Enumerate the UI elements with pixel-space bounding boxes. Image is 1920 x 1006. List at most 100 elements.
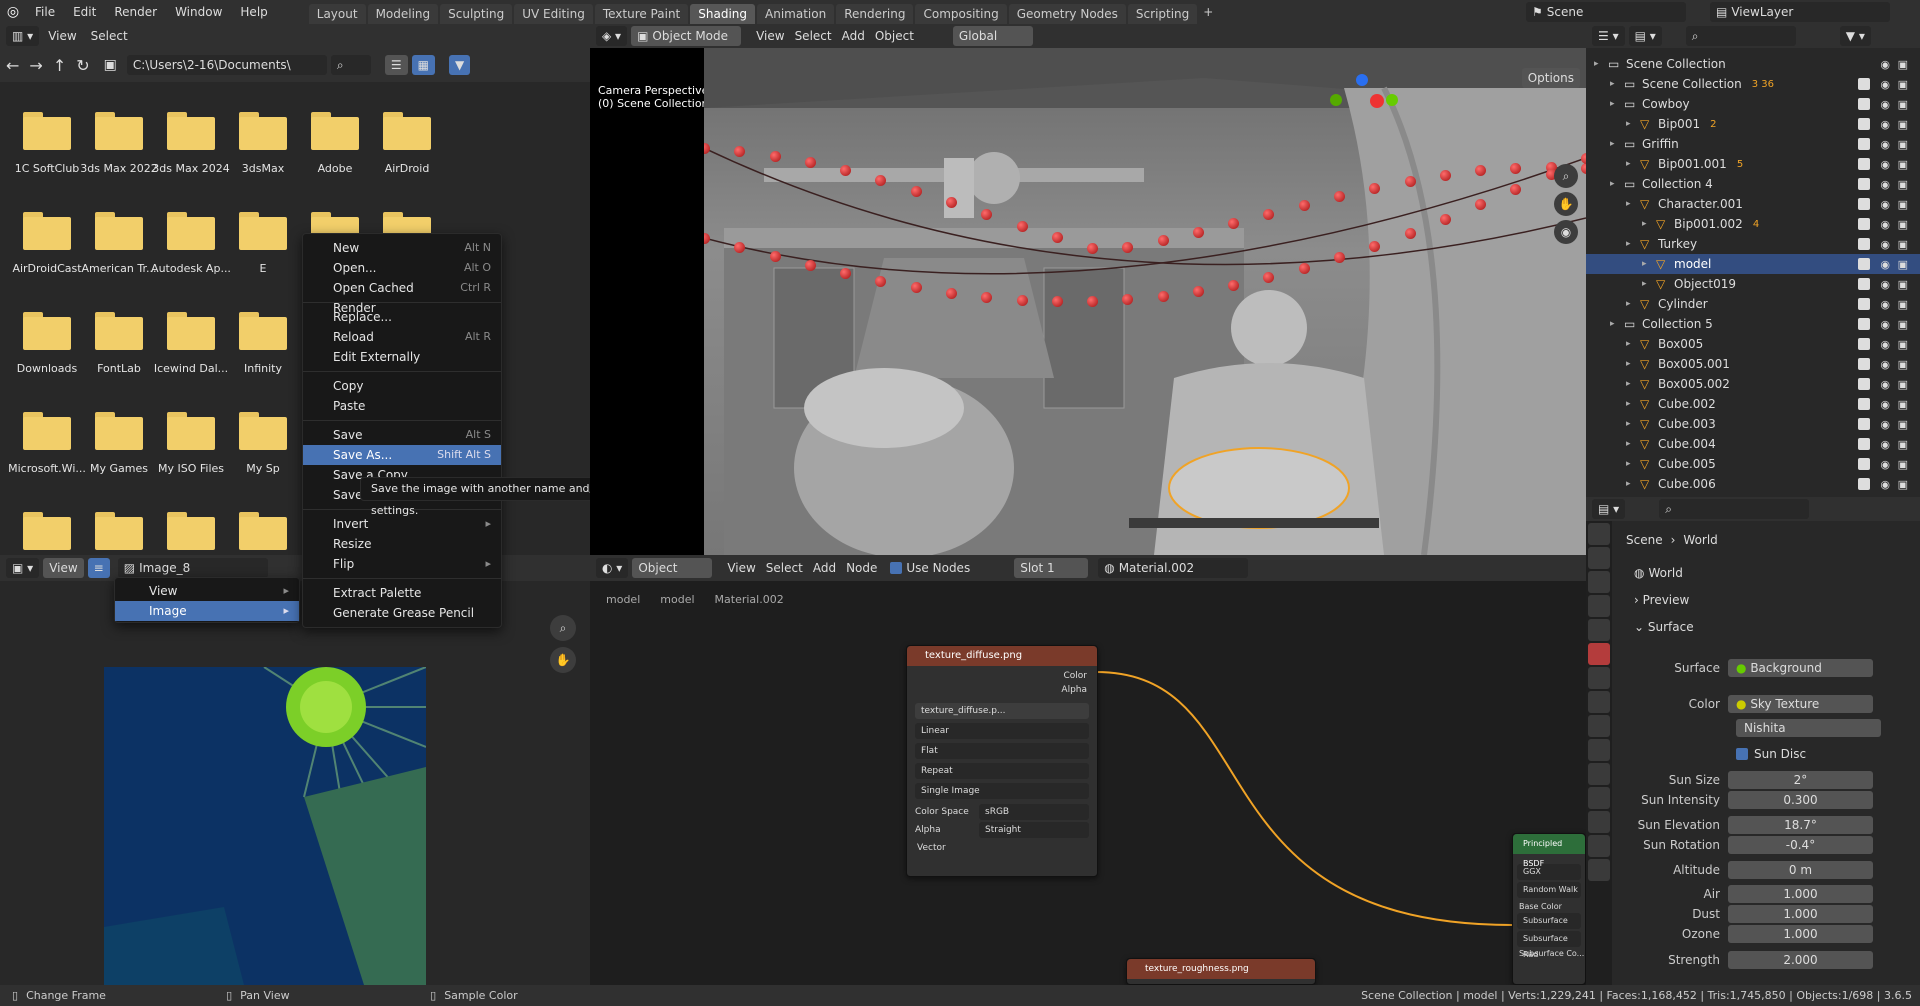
outliner-row[interactable]: ▸ ▭ Scene Collection 3 36 ◉ ▣ (1586, 74, 1920, 94)
add-workspace-button[interactable]: + (1203, 5, 1213, 19)
visibility-eye-icon[interactable]: ◉ (1880, 138, 1890, 151)
value-field[interactable]: 0 m (1728, 861, 1873, 879)
value-field[interactable]: 2.000 (1728, 951, 1873, 969)
folder-item[interactable]: AirDroid (362, 112, 452, 175)
outliner-row[interactable]: ▸ ▭ Cowboy ◉ ▣ (1586, 94, 1920, 114)
menu-file[interactable]: File (26, 0, 64, 24)
outliner-row[interactable]: ▸ ▽ model ◉ ▣ (1586, 254, 1920, 274)
zoom-icon[interactable]: ⌕ (550, 615, 576, 641)
visibility-eye-icon[interactable]: ◉ (1880, 378, 1890, 391)
mode-selector[interactable]: ▣ Object Mode (631, 26, 742, 46)
expand-arrow-icon[interactable]: ▸ (1626, 239, 1640, 249)
roughness-texture-node[interactable]: texture_roughness.png (1126, 958, 1316, 985)
y-axis-icon[interactable] (1386, 94, 1398, 106)
render-camera-icon[interactable]: ▣ (1898, 78, 1908, 91)
menu-edit[interactable]: Edit (64, 0, 105, 24)
render-camera-icon[interactable]: ▣ (1898, 458, 1908, 471)
render-camera-icon[interactable]: ▣ (1898, 298, 1908, 311)
list-view-icon[interactable]: ☰ (384, 55, 408, 75)
exclude-checkbox[interactable] (1858, 118, 1870, 130)
editor-type-button[interactable]: ▤ ▾ (1592, 499, 1626, 519)
pan-hand-icon[interactable]: ✋ (550, 647, 576, 673)
visibility-eye-icon[interactable]: ◉ (1880, 78, 1890, 91)
tool-tab-icon[interactable] (1588, 523, 1610, 545)
tab-sculpting[interactable]: Sculpting (440, 4, 513, 24)
refresh-icon[interactable]: ↻ (76, 56, 89, 75)
hamburger-menu-icon[interactable]: ≡ (87, 558, 110, 578)
visibility-eye-icon[interactable]: ◉ (1880, 298, 1890, 311)
exclude-checkbox[interactable] (1858, 398, 1870, 410)
editor-type-button[interactable]: ▣ ▾ (6, 558, 40, 578)
outliner-row[interactable]: ▸ ▽ Object019 ◉ ▣ (1586, 274, 1920, 294)
outliner-row[interactable]: ▸ ▽ Cylinder ◉ ▣ (1586, 294, 1920, 314)
tab-compositing[interactable]: Compositing (915, 4, 1007, 24)
visibility-eye-icon[interactable]: ◉ (1880, 58, 1890, 71)
expand-arrow-icon[interactable]: ▸ (1610, 99, 1624, 109)
render-camera-icon[interactable]: ▣ (1898, 418, 1908, 431)
outliner-row[interactable]: ▸ ▭ Collection 5 ◉ ▣ (1586, 314, 1920, 334)
visibility-eye-icon[interactable]: ◉ (1880, 338, 1890, 351)
render-camera-icon[interactable]: ▣ (1898, 118, 1908, 131)
output-tab-icon[interactable] (1588, 571, 1610, 593)
image-canvas[interactable] (104, 667, 426, 985)
outliner-row[interactable]: ▸ ▭ Collection 4 ◉ ▣ (1586, 174, 1920, 194)
menu-render[interactable]: Render (105, 0, 166, 24)
outliner-row[interactable]: ▸ ▭ Scene Collection ◉ ▣ (1586, 54, 1920, 74)
expand-arrow-icon[interactable]: ▸ (1626, 299, 1640, 309)
color-shader-field[interactable]: ● Sky Texture (1728, 695, 1873, 713)
exclude-checkbox[interactable] (1858, 158, 1870, 170)
filter-icon[interactable]: ▼ ▾ (1839, 26, 1871, 46)
render-camera-icon[interactable]: ▣ (1898, 138, 1908, 151)
tab-geometry-nodes[interactable]: Geometry Nodes (1008, 4, 1126, 24)
visibility-eye-icon[interactable]: ◉ (1880, 458, 1890, 471)
submenu-image[interactable]: Image ▸ (115, 601, 299, 621)
menu-select[interactable]: Select (86, 29, 133, 43)
expand-arrow-icon[interactable]: ▸ (1626, 359, 1640, 369)
view-layer-tab-icon[interactable] (1588, 595, 1610, 617)
visibility-eye-icon[interactable]: ◉ (1880, 218, 1890, 231)
exclude-checkbox[interactable] (1858, 258, 1870, 270)
sky-type-dropdown[interactable]: Nishita (1736, 719, 1881, 737)
editor-type-button[interactable]: ▥ ▾ (6, 26, 40, 46)
exclude-checkbox[interactable] (1858, 418, 1870, 430)
surface-panel-header[interactable]: ⌄ Surface (1634, 620, 1694, 634)
render-camera-icon[interactable]: ▣ (1898, 98, 1908, 111)
menu-item-replace[interactable]: Replace... (303, 307, 501, 327)
particles-tab-icon[interactable] (1588, 739, 1610, 761)
exclude-checkbox[interactable] (1858, 438, 1870, 450)
visibility-eye-icon[interactable]: ◉ (1880, 358, 1890, 371)
navigation-gizmo[interactable] (1330, 74, 1400, 144)
exclude-checkbox[interactable] (1858, 478, 1870, 490)
viewport-menu-select[interactable]: Select (790, 29, 837, 43)
outliner-row[interactable]: ▸ ▽ Box005 ◉ ▣ (1586, 334, 1920, 354)
visibility-eye-icon[interactable]: ◉ (1880, 118, 1890, 131)
outliner-row[interactable]: ▸ ▽ Turkey ◉ ▣ (1586, 234, 1920, 254)
expand-arrow-icon[interactable]: ▸ (1610, 319, 1624, 329)
tab-scripting[interactable]: Scripting (1127, 4, 1198, 24)
render-camera-icon[interactable]: ▣ (1898, 358, 1908, 371)
menu-item-new[interactable]: New Alt N (303, 238, 501, 258)
expand-arrow-icon[interactable]: ▸ (1626, 419, 1640, 429)
render-camera-icon[interactable]: ▣ (1898, 318, 1908, 331)
expand-arrow-icon[interactable]: ▸ (1642, 259, 1656, 269)
visibility-eye-icon[interactable]: ◉ (1880, 438, 1890, 451)
outliner-row[interactable]: ▸ ▽ Character.001 ◉ ▣ (1586, 194, 1920, 214)
tab-modeling[interactable]: Modeling (367, 4, 439, 24)
value-field[interactable]: 0.300 (1728, 791, 1873, 809)
visibility-eye-icon[interactable]: ◉ (1880, 418, 1890, 431)
exclude-checkbox[interactable] (1858, 458, 1870, 470)
menu-item-save-as[interactable]: Save As... Shift Alt S (303, 445, 501, 465)
exclude-checkbox[interactable] (1858, 378, 1870, 390)
scene-selector[interactable]: ⚑ Scene (1526, 2, 1686, 22)
exclude-checkbox[interactable] (1858, 198, 1870, 210)
principled-bsdf-node[interactable]: Principled BSDF GGX Random Walk Base Col… (1512, 833, 1586, 985)
expand-arrow-icon[interactable]: ▸ (1626, 119, 1640, 129)
outliner-row[interactable]: ▸ ▽ Bip001 2 ◉ ▣ (1586, 114, 1920, 134)
exclude-checkbox[interactable] (1858, 218, 1870, 230)
visibility-eye-icon[interactable]: ◉ (1880, 158, 1890, 171)
thumbnail-view-icon[interactable]: ▦ (411, 55, 435, 75)
visibility-eye-icon[interactable]: ◉ (1880, 178, 1890, 191)
exclude-checkbox[interactable] (1858, 238, 1870, 250)
z-axis-icon[interactable] (1356, 74, 1368, 86)
sun-disc-checkbox[interactable] (1736, 748, 1748, 760)
